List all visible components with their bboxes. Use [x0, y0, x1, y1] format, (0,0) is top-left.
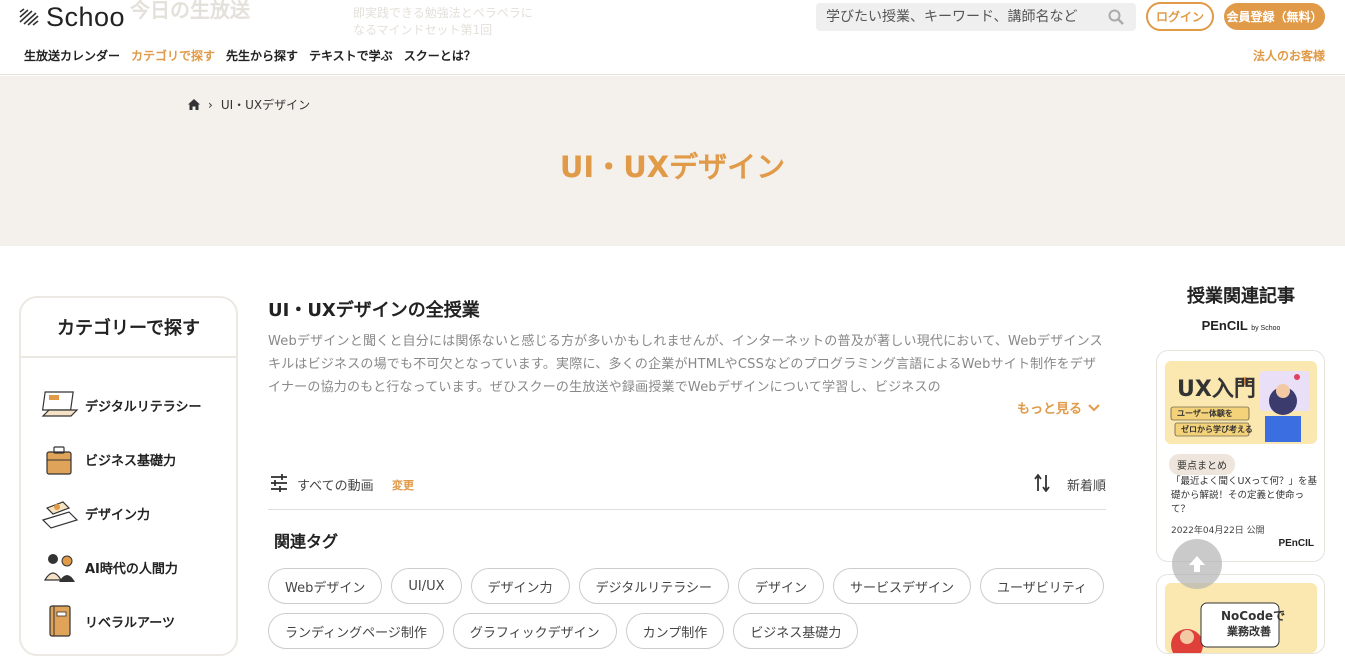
- breadcrumb: › UI・UXデザイン: [188, 96, 310, 113]
- category-label: デジタルリテラシー: [85, 399, 202, 415]
- arrow-up-icon: [1189, 556, 1205, 572]
- category-item-ai-human[interactable]: AI時代の人間力: [21, 540, 236, 594]
- sidebar-title: カテゴリーで探す: [21, 298, 236, 358]
- schoo-logo[interactable]: Schoo: [18, 2, 125, 32]
- section-title: UI・UXデザインの全授業: [268, 300, 480, 321]
- category-item-liberal-arts[interactable]: リベラルアーツ: [21, 594, 236, 648]
- back-to-top-button[interactable]: [1172, 539, 1222, 589]
- thumb2-title-2: 業務改善: [1227, 625, 1271, 638]
- logo-text: Schoo: [46, 1, 126, 32]
- breadcrumb-current: UI・UXデザイン: [220, 98, 311, 112]
- page-title: UI・UXデザイン: [559, 150, 786, 184]
- login-button[interactable]: ログイン: [1146, 2, 1214, 31]
- nav-category[interactable]: カテゴリで探す: [131, 47, 215, 64]
- tag-chip[interactable]: Webデザイン: [268, 568, 383, 604]
- sort-label[interactable]: 新着順: [1067, 475, 1106, 494]
- people-icon: [43, 554, 75, 582]
- tag-chip[interactable]: グラフィックデザイン: [452, 613, 617, 649]
- category-sidebar: カテゴリーで探す デジタルリテラシー ビジネス基礎力 デザイン力 AI時代の人間…: [19, 296, 238, 656]
- sort-icon[interactable]: [1034, 474, 1050, 492]
- site-header: 今日の生放送 即実践できる勉強法とペラペラに なるマインドセット第1回 Scho…: [0, 0, 1345, 75]
- filter-bar: すべての動画 変更 新着順: [268, 472, 1106, 510]
- category-item-business-basics[interactable]: ビジネス基礎力: [21, 432, 236, 486]
- nav-teachers[interactable]: 先生から探す: [226, 47, 298, 64]
- show-more-label: もっと見る: [1016, 402, 1082, 417]
- tag-chip[interactable]: ユーザビリティ: [980, 568, 1104, 604]
- tag-chip[interactable]: デザイン: [738, 568, 825, 604]
- show-more-link[interactable]: もっと見る: [1017, 398, 1100, 417]
- chevron-down-icon: [1088, 403, 1100, 411]
- laptop-icon: [41, 391, 79, 417]
- corporate-link[interactable]: 法人のお客様: [1253, 47, 1325, 64]
- article-card[interactable]: NoCodeで 業務改善: [1156, 574, 1325, 654]
- related-tags-title: 関連タグ: [274, 532, 339, 551]
- briefcase-icon: [46, 446, 72, 475]
- category-label: デザイン力: [85, 507, 151, 523]
- main-content: UI・UXデザインの全授業 Webデザインと聞くと自分には関係ないと感じる方が多…: [268, 296, 1106, 649]
- article-date: 2022年04月22日 公開: [1171, 526, 1265, 536]
- design-tools-icon: [41, 501, 79, 529]
- search-icon[interactable]: [1108, 9, 1124, 25]
- thumb-subtitle-1: ユーザー体験を: [1177, 409, 1233, 418]
- category-item-digital-literacy[interactable]: デジタルリテラシー: [21, 378, 236, 432]
- tag-chip[interactable]: サービスデザイン: [833, 568, 972, 604]
- article-thumbnail: NoCodeで 業務改善: [1165, 583, 1317, 653]
- category-item-design[interactable]: デザイン力: [21, 486, 236, 540]
- thumb-title: UX入門: [1177, 377, 1256, 402]
- ghost-live-title: 今日の生放送: [130, 0, 250, 22]
- ghost-live-line2: なるマインドセット第1回: [353, 23, 493, 37]
- article-title: 「最近よく聞くUXって何？」を基礎から解説！その定義と使命って？: [1171, 476, 1317, 515]
- logo-mark-icon: [19, 8, 39, 26]
- thumb-subtitle-2: ゼロから学び考える: [1181, 425, 1253, 434]
- article-badge: 要点まとめ: [1169, 454, 1235, 475]
- article-brand: PEnCIL: [1278, 538, 1314, 549]
- category-list: デジタルリテラシー ビジネス基礎力 デザイン力 AI時代の人間力 リベラルアーツ: [21, 358, 236, 648]
- related-articles-title: 授業関連記事: [1187, 286, 1295, 307]
- tag-chip[interactable]: UI/UX: [391, 568, 462, 604]
- tag-chip[interactable]: デジタルリテラシー: [578, 568, 729, 604]
- thumb2-title-1: NoCodeで: [1221, 609, 1286, 623]
- book-icon: [49, 605, 71, 637]
- tag-chip[interactable]: デザイン力: [470, 568, 570, 604]
- filter-label: すべての動画: [297, 479, 374, 494]
- home-icon[interactable]: [188, 99, 200, 110]
- tag-chip[interactable]: ビジネス基礎力: [733, 613, 859, 649]
- search-box[interactable]: [816, 3, 1136, 31]
- category-label: ビジネス基礎力: [85, 453, 177, 469]
- tag-chip[interactable]: カンプ制作: [625, 613, 725, 649]
- category-label: AI時代の人間力: [85, 561, 178, 577]
- main-nav: 生放送カレンダー カテゴリで探す 先生から探す テキストで学ぶ スクーとは？: [24, 47, 487, 64]
- related-tags: Webデザイン UI/UX デザイン力 デジタルリテラシー デザイン サービスデ…: [268, 568, 1108, 649]
- category-hero: › UI・UXデザイン UI・UXデザイン: [0, 76, 1345, 246]
- nav-text-learning[interactable]: テキストで学ぶ: [309, 47, 393, 64]
- search-input[interactable]: [826, 9, 1096, 25]
- filter-change-button[interactable]: 変更: [392, 477, 414, 493]
- ghost-live-line1: 即実践できる勉強法とペラペラに: [353, 6, 533, 20]
- article-card[interactable]: UX入門 ユーザー体験を ゼロから学び考える 要点まとめ 「最近よく聞くUXって…: [1156, 350, 1325, 562]
- category-label: リベラルアーツ: [85, 615, 175, 631]
- nav-live-calendar[interactable]: 生放送カレンダー: [24, 47, 120, 64]
- article-thumbnail: UX入門 ユーザー体験を ゼロから学び考える: [1165, 361, 1317, 444]
- category-description: Webデザインと聞くと自分には関係ないと感じる方が多いかもしれませんが、インター…: [268, 334, 1103, 395]
- filter-sliders-icon[interactable]: [270, 474, 288, 492]
- pencil-brand: PEnCIL: [1201, 318, 1248, 333]
- signup-button[interactable]: 会員登録（無料）: [1224, 3, 1325, 30]
- tag-chip[interactable]: ランディングページ制作: [268, 613, 444, 649]
- related-articles: 授業関連記事 PEnCIL by Schoo UX入門 ユーザー体験を ゼロから…: [1156, 282, 1326, 654]
- pencil-brand-by: by Schoo: [1251, 325, 1281, 332]
- chevron-right-icon: ›: [208, 97, 213, 112]
- nav-about[interactable]: スクーとは？: [404, 47, 476, 64]
- pencil-logo[interactable]: PEnCIL by Schoo: [1156, 318, 1326, 333]
